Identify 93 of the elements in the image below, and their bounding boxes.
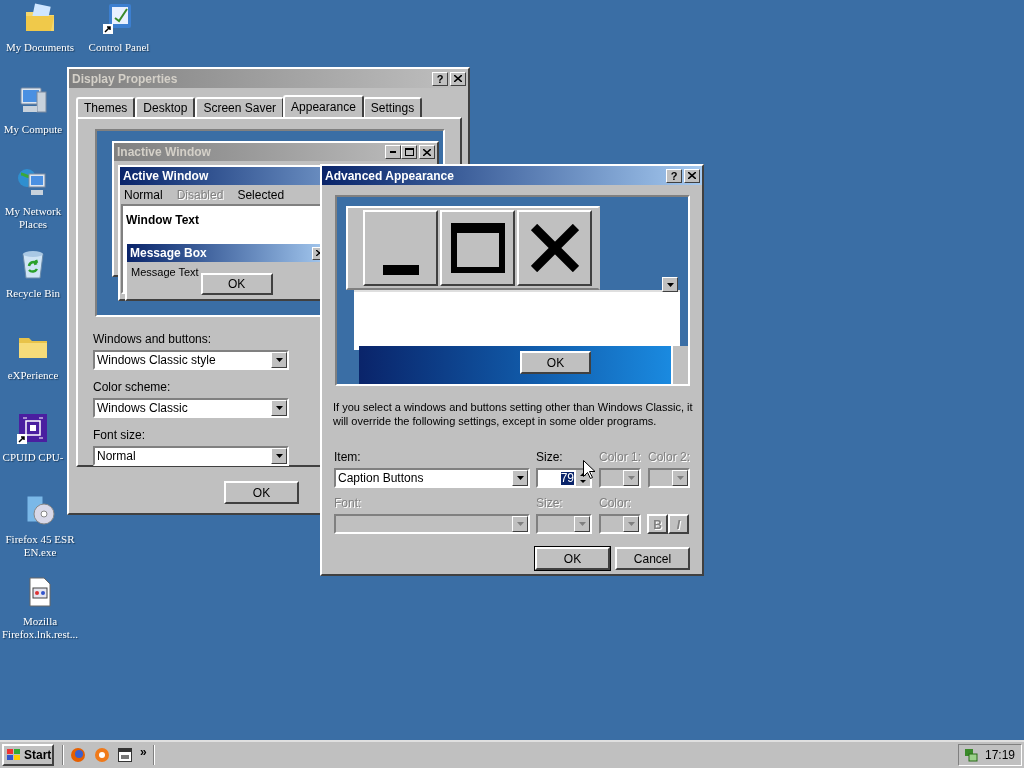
dropdown[interactable] [599, 514, 641, 534]
size-spinner[interactable]: 79 [536, 468, 592, 488]
field-label: Color 1: [599, 450, 641, 464]
tab[interactable]: Appearance [283, 95, 364, 117]
menu-item[interactable]: Selected [237, 185, 285, 204]
icon-label: Recycle Bin [5, 287, 61, 300]
icon-label: Firefox 45 ESR EN.exe [4, 533, 76, 559]
ok-button[interactable]: OK [535, 547, 610, 570]
caret-icon [275, 406, 283, 410]
maximize-icon [404, 148, 414, 156]
documents-icon [24, 2, 56, 34]
caret-icon [627, 522, 635, 526]
caret-icon [516, 476, 524, 480]
start-button[interactable]: Start [2, 744, 54, 766]
close-button[interactable] [450, 71, 466, 86]
network-icon[interactable] [963, 747, 979, 763]
ok-button[interactable]: OK [224, 481, 299, 504]
caret-icon [275, 358, 283, 362]
network-icon [17, 166, 49, 198]
field-label: Item: [334, 450, 362, 464]
menu-item[interactable]: Normal [124, 185, 163, 204]
window-title: Display Properties [72, 70, 179, 88]
caret-icon [275, 454, 283, 458]
desktop-icon[interactable]: Control Panel [80, 0, 158, 54]
dropdown[interactable]: Caption Buttons [334, 468, 530, 488]
ok-button[interactable]: OK [200, 273, 273, 295]
firefox-icon[interactable] [70, 747, 86, 763]
field-label: Color: [599, 496, 632, 510]
field-label: Color scheme: [93, 380, 172, 394]
field-label: Font size: [93, 428, 147, 442]
ok-button[interactable]: OK [520, 351, 591, 374]
dropdown[interactable]: Windows Classic [93, 398, 289, 418]
window-edge [671, 346, 688, 384]
close-button[interactable] [684, 168, 700, 183]
size-value: 79 [560, 471, 574, 485]
dropdown[interactable] [648, 468, 690, 488]
desktop-icon[interactable]: Recycle Bin [1, 246, 79, 328]
icon-label: Mozilla Firefox.lnk.rest... [1, 615, 79, 641]
more-button[interactable]: » [140, 746, 147, 758]
desktop-icon[interactable]: Firefox 45 ESR EN.exe [1, 492, 79, 574]
desktop-icon[interactable]: eXPerience [1, 328, 79, 410]
notice-text: If you select a windows and buttons setting other than Windows Classic, it will override the following settings, except in some older programs. [333, 400, 694, 428]
computer-icon [17, 84, 49, 116]
window-title: Inactive Window [117, 144, 212, 161]
window-icon[interactable] [118, 748, 132, 762]
caret-icon [627, 476, 635, 480]
field-label: Font: [334, 496, 363, 510]
minimize-icon [390, 151, 396, 153]
tab[interactable]: Themes [76, 97, 136, 117]
message-text: Message Text [131, 265, 199, 280]
desktop-icon[interactable]: Mozilla Firefox.lnk.rest... [1, 574, 79, 656]
caret-icon [578, 522, 586, 526]
minimize-button[interactable] [363, 210, 438, 286]
tab[interactable]: Settings [362, 97, 423, 117]
dropdown[interactable] [536, 514, 592, 534]
tab[interactable]: Desktop [135, 97, 196, 117]
icon-label: My Compute [3, 123, 63, 136]
caret-icon [516, 522, 524, 526]
window-title: Advanced Appearance [325, 167, 455, 185]
desktop-icon[interactable]: My Network Places [1, 164, 79, 246]
caret-icon [666, 282, 674, 287]
window-text: Window Text [126, 213, 199, 227]
minimize-icon [382, 265, 419, 275]
close-button[interactable] [517, 210, 592, 286]
maximize-button[interactable] [440, 210, 515, 286]
icon-label: CPUID CPU- [2, 451, 64, 464]
window-title: Active Window [123, 168, 209, 185]
caret-icon [676, 476, 684, 480]
field-label: Color 2: [648, 450, 690, 464]
help-button[interactable]: ? [666, 168, 682, 183]
circle-icon[interactable] [94, 747, 110, 763]
window-title: Message Box [130, 245, 208, 262]
installer-icon [24, 494, 56, 526]
mouse-pointer-icon [583, 460, 595, 479]
chip-icon [17, 412, 49, 444]
windows-logo-icon [6, 748, 22, 762]
icon-label: eXPerience [7, 369, 59, 382]
field-label: Windows and buttons: [93, 332, 213, 346]
field-label: Size: [536, 450, 564, 464]
desktop-icon[interactable]: CPUID CPU- [1, 410, 79, 492]
tab[interactable]: Screen Saver [195, 97, 285, 117]
help-button[interactable]: ? [432, 71, 448, 86]
icon-label: Control Panel [88, 41, 150, 54]
clock: 17:19 [985, 747, 1016, 764]
dropdown[interactable]: Windows Classic style [93, 350, 289, 370]
icon-label: My Network Places [3, 205, 63, 231]
dropdown-button[interactable] [662, 277, 678, 292]
dropdown[interactable]: Normal [93, 446, 289, 466]
spin-down-icon [576, 478, 590, 486]
dropdown[interactable] [599, 468, 641, 488]
icon-label: My Documents [5, 41, 75, 54]
field-label: Size: [536, 496, 564, 510]
cancel-button[interactable]: Cancel [615, 547, 690, 570]
